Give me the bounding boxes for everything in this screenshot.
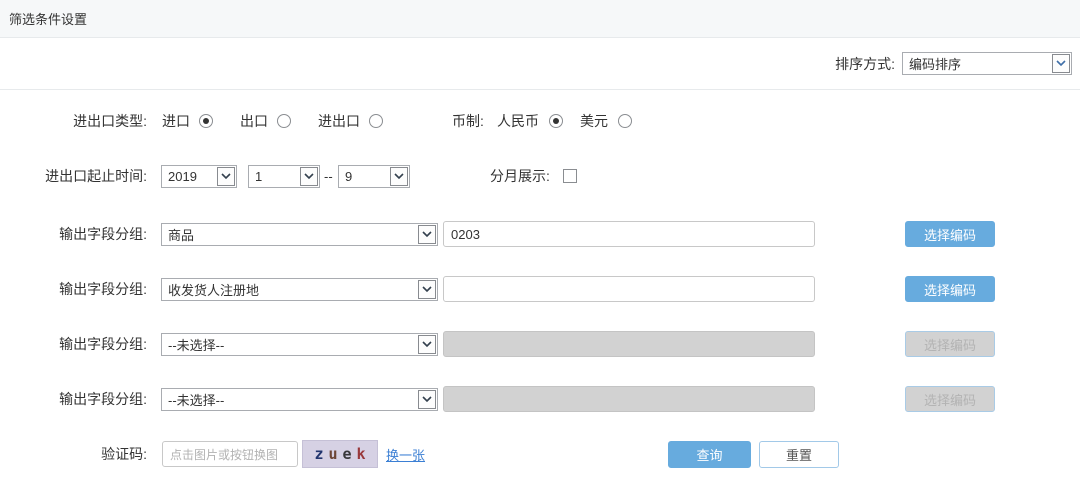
chevron-down-icon (217, 166, 235, 186)
radio-import[interactable] (199, 114, 213, 128)
radio-export[interactable] (277, 114, 291, 128)
select-code-button-1[interactable]: 选择编码 (905, 221, 995, 247)
trade-type-row: 进出口类型: 进口 出口 进出口 币制: 人民币 美元 (0, 106, 1080, 136)
output-group-select-4[interactable]: --未选择-- (161, 387, 438, 411)
captcha-input[interactable] (162, 441, 298, 467)
output-group-code-input-2[interactable] (443, 276, 815, 302)
monthly-display-checkbox[interactable] (563, 169, 577, 183)
filter-form: 进出口类型: 进口 出口 进出口 币制: 人民币 美元 进出口起止时间: 201… (0, 91, 1080, 478)
page-title: 筛选条件设置 (9, 12, 88, 27)
output-group-select-1[interactable]: 商品 (161, 222, 438, 246)
chevron-down-icon (418, 389, 436, 409)
chevron-down-icon (418, 334, 436, 354)
sort-label: 排序方式: (835, 55, 895, 72)
sort-order-value: 编码排序 (909, 57, 962, 72)
select-code-button-2[interactable]: 选择编码 (905, 276, 995, 302)
chevron-down-icon (300, 166, 318, 186)
output-group-code-input-3 (443, 331, 815, 357)
output-group-select-3[interactable]: --未选择-- (161, 332, 438, 356)
output-group-row-3: 输出字段分组: --未选择-- 选择编码 (0, 329, 1080, 359)
captcha-row: 验证码: z u e k 换一张 查询 重置 (0, 439, 1080, 469)
currency-option-usd[interactable]: 美元 (580, 111, 632, 131)
chevron-down-icon (418, 224, 436, 244)
end-month-select[interactable]: 9 (338, 164, 410, 188)
trade-type-option-export[interactable]: 出口 (240, 111, 291, 131)
chevron-down-icon (390, 166, 408, 186)
filter-settings-page: 筛选条件设置 排序方式: 编码排序 进出口类型: 进口 出口 进出口 币制: 人… (0, 0, 1080, 478)
sort-order-select[interactable]: 编码排序 (902, 52, 1072, 75)
title-bar: 筛选条件设置 (0, 0, 1080, 38)
sort-row: 排序方式: 编码排序 (0, 38, 1080, 90)
output-group-label: 输出字段分组: (59, 226, 147, 242)
trade-type-option-import[interactable]: 进口 (162, 111, 213, 131)
radio-import-export[interactable] (369, 114, 383, 128)
captcha-image[interactable]: z u e k (302, 440, 378, 468)
select-code-button-3: 选择编码 (905, 331, 995, 357)
output-group-row-2: 输出字段分组: 收发货人注册地 选择编码 (0, 274, 1080, 304)
date-range-row: 进出口起止时间: 2019 1 -- 9 分月展示: (0, 161, 1080, 191)
chevron-down-icon (418, 279, 436, 299)
start-month-select[interactable]: 1 (248, 164, 320, 188)
output-group-label: 输出字段分组: (59, 336, 147, 352)
monthly-display-label: 分月展示: (490, 168, 550, 184)
captcha-refresh-link[interactable]: 换一张 (386, 445, 425, 464)
date-range-separator: -- (324, 168, 333, 184)
radio-rmb[interactable] (549, 114, 563, 128)
date-range-label: 进出口起止时间: (45, 168, 147, 184)
output-group-code-input-1[interactable] (443, 221, 815, 247)
output-group-label: 输出字段分组: (59, 281, 147, 297)
start-year-select[interactable]: 2019 (161, 164, 237, 188)
currency-label: 币制: (452, 113, 484, 129)
output-group-row-1: 输出字段分组: 商品 选择编码 (0, 219, 1080, 249)
currency-option-rmb[interactable]: 人民币 (497, 111, 563, 131)
output-group-code-input-4 (443, 386, 815, 412)
chevron-down-icon (1052, 54, 1070, 73)
trade-type-label: 进出口类型: (73, 113, 147, 129)
output-group-label: 输出字段分组: (59, 391, 147, 407)
captcha-label: 验证码: (101, 446, 147, 462)
reset-button[interactable]: 重置 (759, 440, 839, 468)
select-code-button-4: 选择编码 (905, 386, 995, 412)
trade-type-option-both[interactable]: 进出口 (318, 111, 383, 131)
output-group-row-4: 输出字段分组: --未选择-- 选择编码 (0, 384, 1080, 414)
output-group-select-2[interactable]: 收发货人注册地 (161, 277, 438, 301)
query-button[interactable]: 查询 (668, 440, 751, 468)
radio-usd[interactable] (618, 114, 632, 128)
